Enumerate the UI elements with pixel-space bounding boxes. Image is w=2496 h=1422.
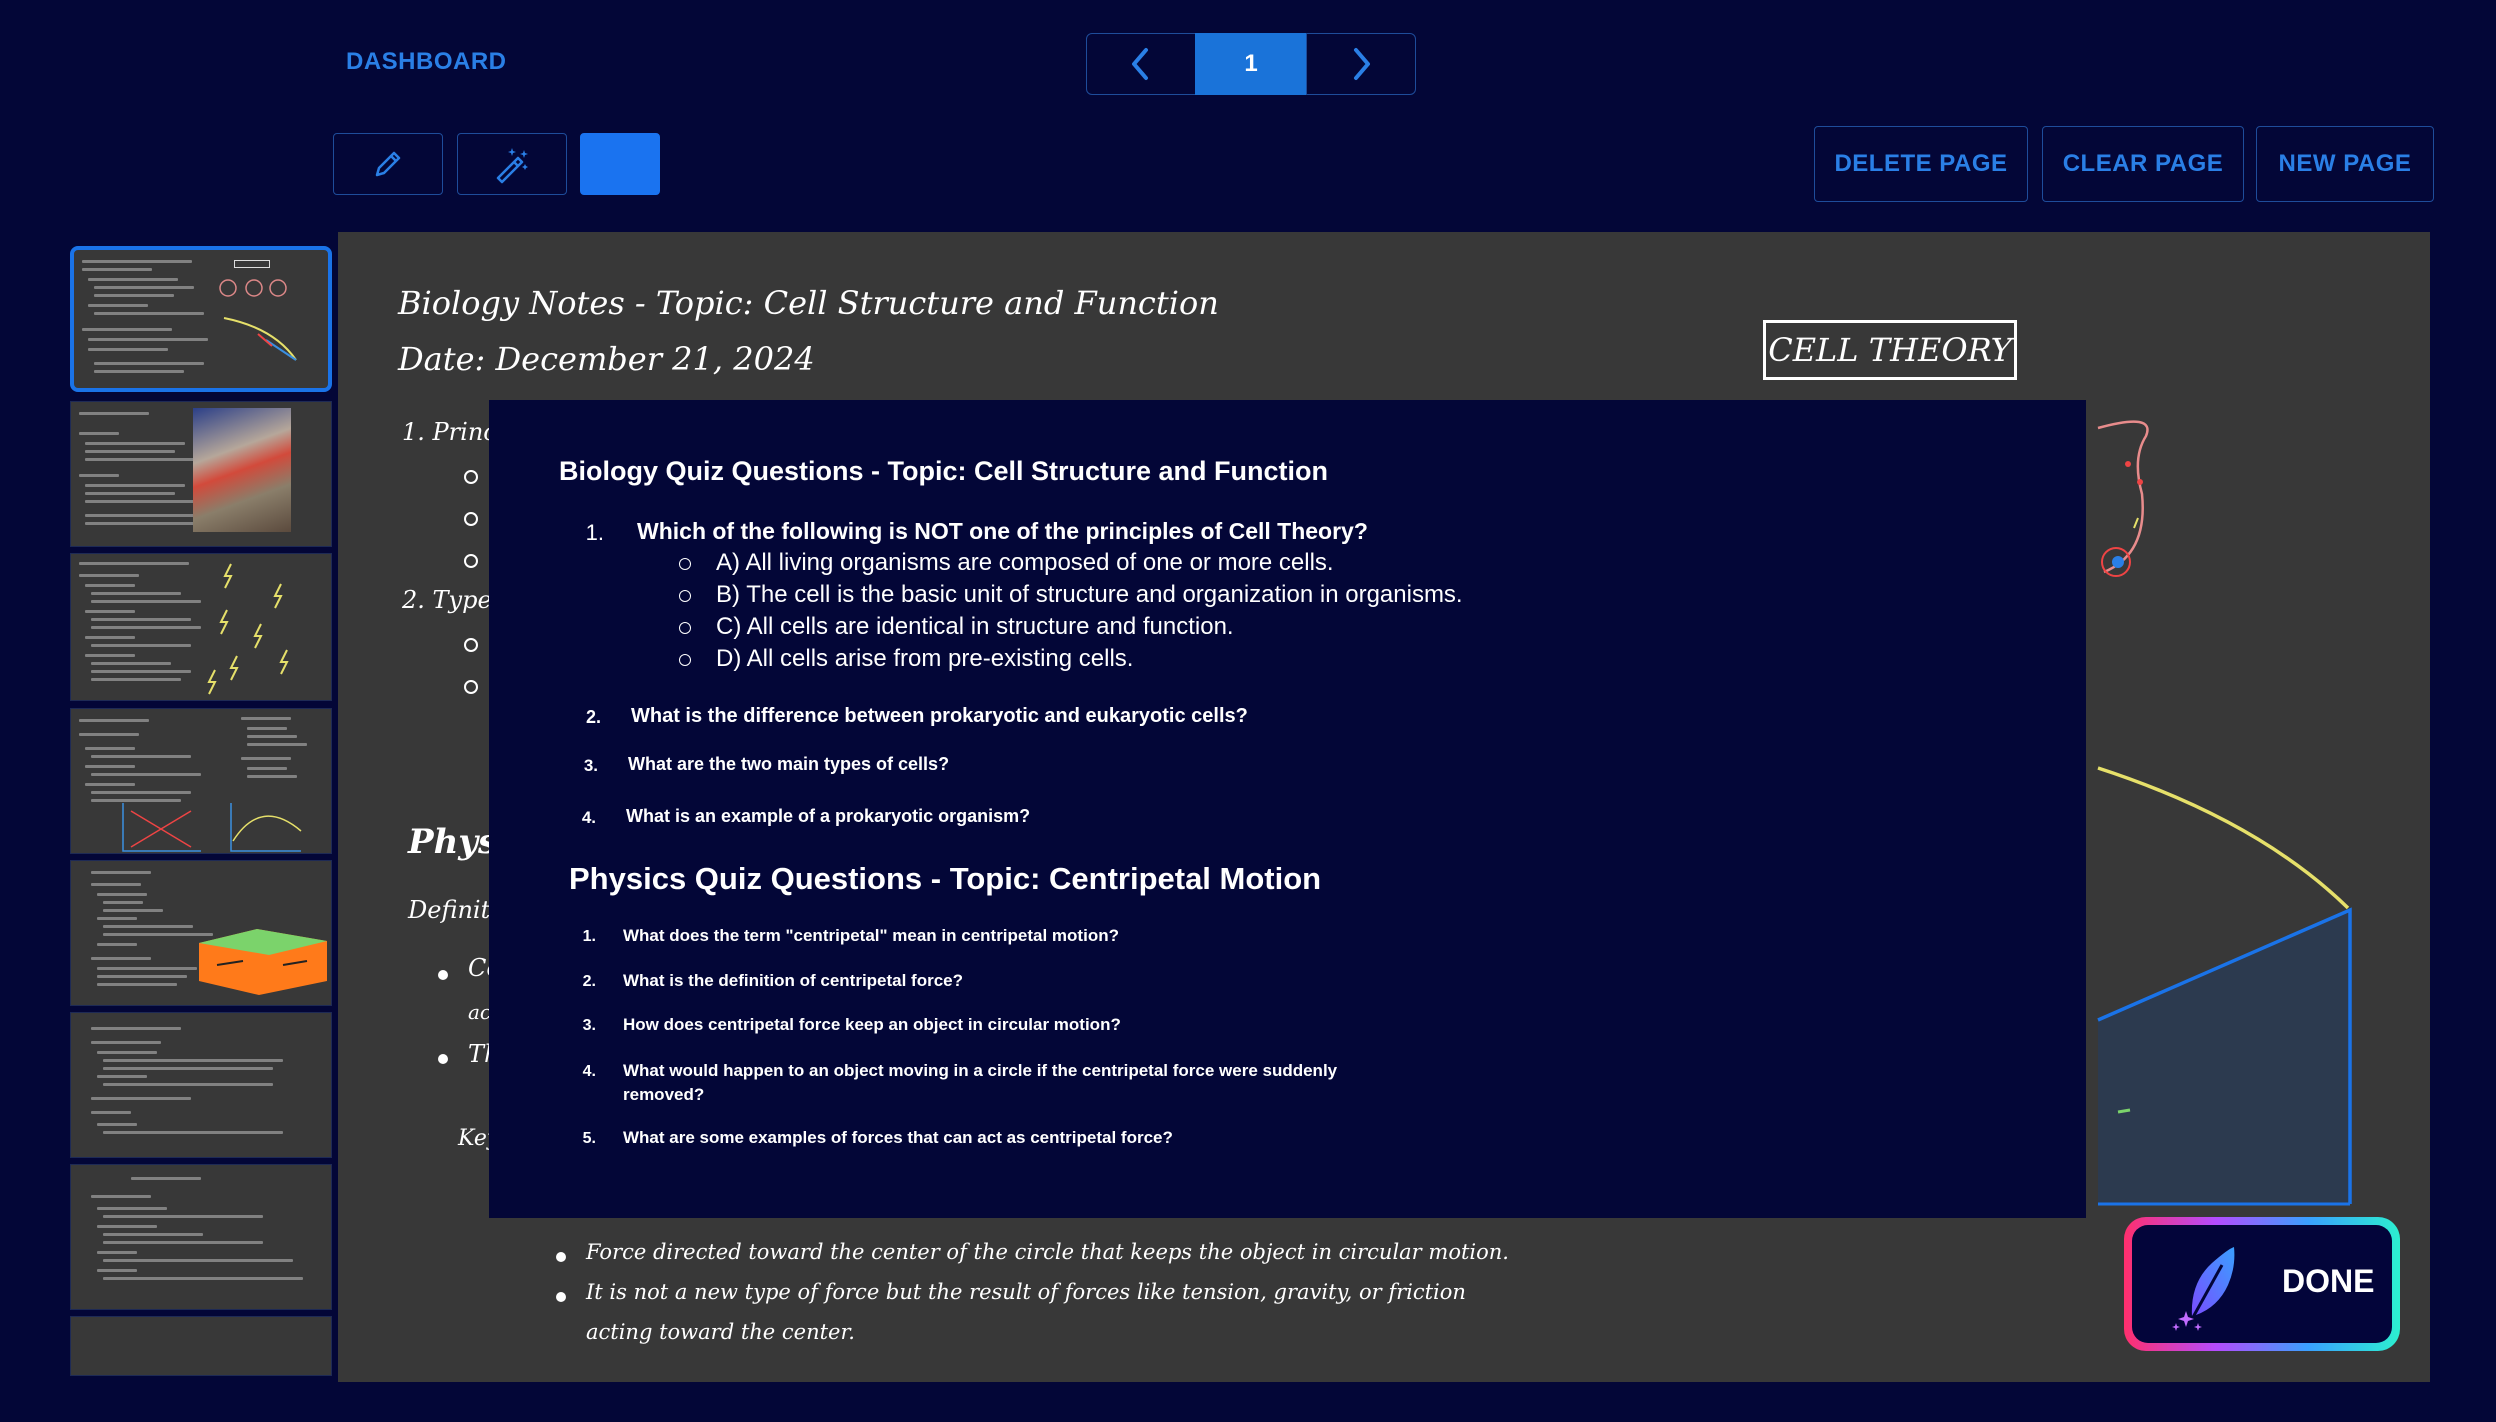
- phys-question-2: What is the definition of centripetal fo…: [623, 971, 964, 990]
- page-navigator: 1: [1086, 33, 1416, 97]
- centripetal-diagram: [2097, 420, 2352, 1206]
- question-number: 2.: [582, 973, 596, 990]
- new-page-button[interactable]: NEW PAGE: [2256, 126, 2434, 202]
- biology-quiz-title: Biology Quiz Questions - Topic: Cell Str…: [559, 456, 1329, 486]
- bullet-marker: [464, 554, 478, 568]
- dashboard-link[interactable]: DASHBOARD: [346, 48, 507, 76]
- notes-bottom-bullet-2: It is not a new type of force but the re…: [586, 1280, 1466, 1304]
- previous-page-button[interactable]: [1086, 33, 1196, 95]
- notes-bottom-bullet-2-cont: acting toward the center.: [586, 1320, 855, 1344]
- bio-question-3: What are the two main types of cells?: [628, 754, 950, 774]
- done-label: DONE: [2282, 1263, 2375, 1299]
- current-page-indicator[interactable]: 1: [1195, 33, 1307, 95]
- bullet-marker: [464, 638, 478, 652]
- definition-heading: Definiti: [408, 896, 498, 924]
- page-thumbnail[interactable]: [70, 1316, 332, 1376]
- phys-question-5: What are some examples of forces that ca…: [623, 1128, 1173, 1147]
- clear-page-button[interactable]: CLEAR PAGE: [2042, 126, 2244, 202]
- question-number: 3.: [582, 1017, 596, 1034]
- delete-page-button[interactable]: DELETE PAGE: [1814, 126, 2028, 202]
- option-bullet: [679, 558, 691, 570]
- notes-item-1: 1. Princ: [402, 418, 497, 446]
- question-number: 2.: [585, 707, 601, 727]
- chevron-left-icon: [1132, 48, 1148, 80]
- bio-question-1: Which of the following is NOT one of the…: [637, 518, 1368, 544]
- next-page-button[interactable]: [1306, 33, 1416, 95]
- bio-option-c: C) All cells are identical in structure …: [716, 613, 1234, 640]
- bio-question-4: What is an example of a prokaryotic orga…: [626, 806, 1031, 826]
- physics-quiz-title: Physics Quiz Questions - Topic: Centripe…: [569, 861, 1322, 896]
- bio-option-a: A) All living organisms are composed of …: [716, 549, 1334, 576]
- bio-question-2: What is the difference between prokaryot…: [631, 705, 1248, 727]
- color-swatch-button[interactable]: [580, 133, 660, 195]
- question-number: 3.: [583, 756, 598, 775]
- phys-question-4-cont: removed?: [623, 1085, 705, 1104]
- question-number: 5.: [582, 1130, 596, 1147]
- question-number: 4.: [581, 808, 596, 827]
- cell-theory-box: CELL THEORY: [1763, 320, 2017, 380]
- phys-question-4: What would happen to an object moving in…: [623, 1061, 1338, 1080]
- bullet-dot: [438, 1054, 448, 1064]
- feather-sparkle-icon: [2172, 1247, 2235, 1331]
- bullet-dot: [556, 1292, 566, 1302]
- notes-date: Date: December 21, 2024: [398, 340, 815, 378]
- notes-title: Biology Notes - Topic: Cell Structure an…: [398, 284, 1219, 322]
- bullet-marker: [464, 680, 478, 694]
- bio-option-d: D) All cells arise from pre-existing cel…: [716, 645, 1134, 672]
- page-thumbnail[interactable]: [70, 401, 332, 547]
- magic-wand-icon: [496, 148, 528, 184]
- page-thumbnail[interactable]: [70, 553, 332, 701]
- option-bullet: [679, 654, 691, 666]
- done-button-inner: DONE: [2132, 1225, 2392, 1343]
- pencil-icon: [375, 151, 401, 177]
- question-number: 1.: [585, 520, 604, 545]
- quiz-overlay[interactable]: Biology Quiz Questions - Topic: Cell Str…: [489, 400, 2086, 1218]
- bullet-dot: [556, 1252, 566, 1262]
- question-number: 4.: [582, 1063, 596, 1080]
- phys-question-1: What does the term "centripetal" mean in…: [623, 926, 1119, 945]
- bullet-marker: [464, 512, 478, 526]
- page-thumbnail[interactable]: [70, 1164, 332, 1310]
- page-thumbnail[interactable]: [70, 246, 332, 392]
- bullet-marker: [464, 470, 478, 484]
- phys-question-3: How does centripetal force keep an objec…: [623, 1015, 1121, 1034]
- notes-bottom-bullet-1: Force directed toward the center of the …: [586, 1240, 1509, 1264]
- option-bullet: [679, 622, 691, 634]
- bullet-dot: [438, 970, 448, 980]
- bio-option-b: B) The cell is the basic unit of structu…: [716, 581, 1463, 608]
- chevron-right-icon: [1354, 48, 1370, 80]
- option-bullet: [679, 590, 691, 602]
- notes-bullet-1-cont: ac: [468, 1000, 492, 1024]
- page-thumbnail[interactable]: [70, 860, 332, 1006]
- magic-tool-button[interactable]: [457, 133, 567, 195]
- page-thumbnail[interactable]: [70, 708, 332, 854]
- done-button[interactable]: DONE: [2124, 1217, 2400, 1351]
- page-thumbnail[interactable]: [70, 1012, 332, 1158]
- pen-tool-button[interactable]: [333, 133, 443, 195]
- cell-theory-label: CELL THEORY: [1768, 331, 2012, 369]
- question-number: 1.: [582, 928, 596, 945]
